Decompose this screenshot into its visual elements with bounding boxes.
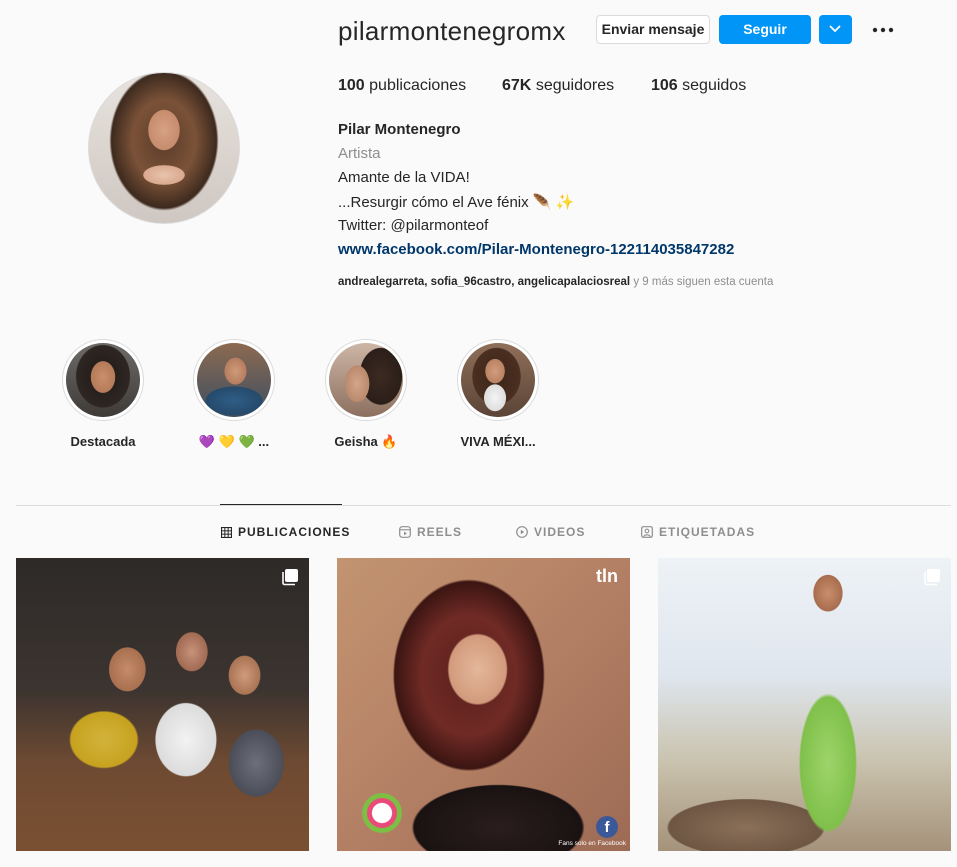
suggested-dropdown-button[interactable]: [819, 15, 852, 44]
followed-by-users: andrealegarreta, sofia_96castro, angelic…: [338, 276, 631, 288]
stat-following[interactable]: 106 seguidos: [651, 77, 746, 95]
send-message-button[interactable]: Enviar mensaje: [596, 15, 710, 44]
chevron-down-icon: [829, 25, 841, 33]
username: pilarmontenegromx: [338, 16, 566, 46]
flower-logo: [359, 790, 405, 836]
follow-button[interactable]: Seguir: [719, 15, 811, 44]
bio-link[interactable]: www.facebook.com/Pilar-Montenegro-122114…: [338, 241, 734, 258]
more-horizontal-icon: [872, 27, 894, 33]
highlight-label: VIVA MÉXI...: [460, 434, 536, 449]
highlight-destacada[interactable]: [62, 339, 144, 421]
post-caption: Fans solo en Facebook: [558, 840, 626, 847]
highlight-label: Destacada: [70, 434, 136, 449]
highlight-geisha[interactable]: [325, 339, 407, 421]
carousel-icon: [282, 569, 298, 586]
stat-followers-value: 67K: [502, 77, 532, 94]
active-tab-indicator: [220, 504, 342, 505]
followed-by-suffix: y 9 más siguen esta cuenta: [630, 276, 774, 288]
tab-videos[interactable]: VIDEOS: [516, 525, 585, 539]
stat-followers[interactable]: 67K seguidores: [502, 77, 614, 95]
tab-label: PUBLICACIONES: [238, 525, 351, 539]
more-options-button[interactable]: [871, 18, 895, 42]
highlight-label: Geisha 🔥: [334, 434, 398, 449]
profile-avatar[interactable]: [88, 72, 240, 224]
post-thumbnail[interactable]: [658, 558, 951, 851]
tab-label: VIDEOS: [534, 525, 586, 539]
watermark-logo: tln: [596, 566, 618, 586]
bio-line: ...Resurgir cómo el Ave fénix 🪶 ✨: [338, 194, 575, 211]
tab-publicaciones[interactable]: PUBLICACIONES: [221, 525, 350, 539]
carousel-icon: [924, 569, 940, 586]
post-thumbnail[interactable]: [16, 558, 309, 851]
full-name: Pilar Montenegro: [338, 121, 461, 138]
tabs-divider: [16, 505, 951, 506]
highlight-label: 💜 💛 💚 ...: [198, 434, 270, 449]
stat-following-value: 106: [651, 77, 678, 94]
stat-posts: 100 publicaciones: [338, 77, 466, 95]
tab-reels[interactable]: REELS: [399, 525, 462, 539]
highlight-cover: [66, 343, 140, 417]
bio-line: Amante de la VIDA!: [338, 169, 470, 186]
category-label: Artista: [338, 145, 381, 162]
highlight-cover: [197, 343, 271, 417]
play-icon: [516, 526, 528, 538]
highlight-cover: [461, 343, 535, 417]
stat-posts-value: 100: [338, 77, 365, 94]
tab-label: ETIQUETADAS: [659, 525, 756, 539]
facebook-icon: f: [596, 816, 618, 838]
bio-line: Twitter: @pilarmonteof: [338, 217, 489, 234]
highlight-hearts[interactable]: [193, 339, 275, 421]
followed-by[interactable]: andrealegarreta, sofia_96castro, angelic…: [338, 276, 773, 288]
highlight-viva-mexico[interactable]: [457, 339, 539, 421]
stat-posts-label: publicaciones: [369, 77, 467, 94]
tag-icon: [641, 526, 653, 538]
reels-icon: [399, 526, 411, 538]
tab-etiquetadas[interactable]: ETIQUETADAS: [641, 525, 755, 539]
highlight-cover: [329, 343, 403, 417]
grid-icon: [221, 526, 232, 538]
stat-following-label: seguidos: [682, 77, 747, 94]
post-thumbnail[interactable]: tln f Fans solo en Facebook: [337, 558, 630, 851]
tab-label: REELS: [417, 525, 463, 539]
stat-followers-label: seguidores: [535, 77, 615, 94]
